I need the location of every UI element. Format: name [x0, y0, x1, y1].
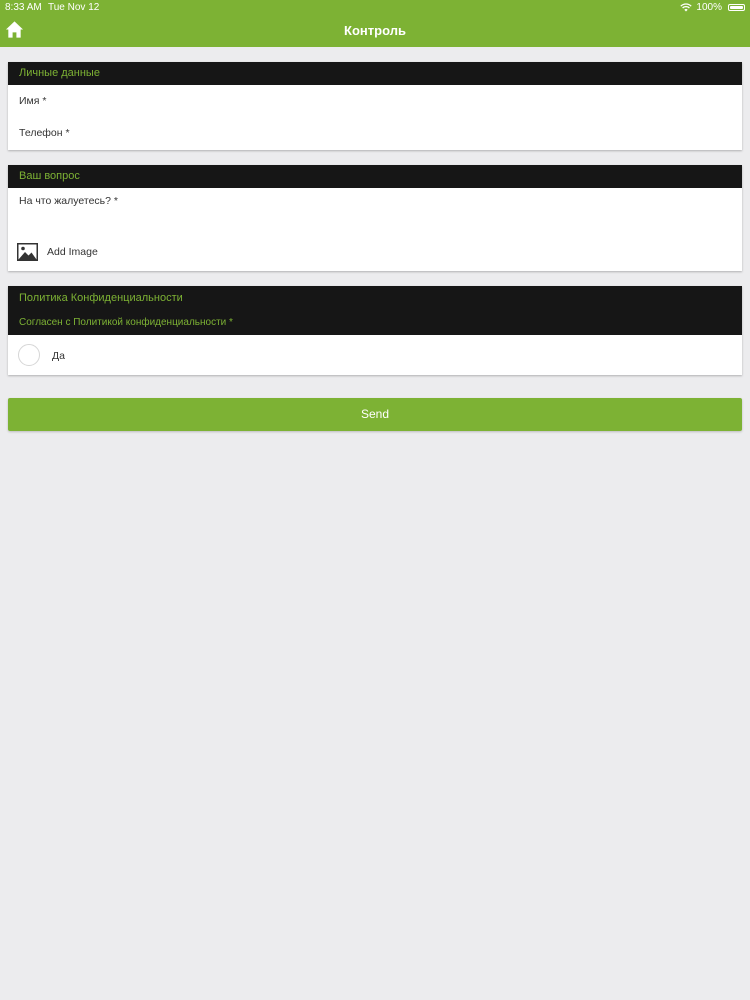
status-time: 8:33 AM: [5, 2, 42, 13]
policy-consent-label: Согласен с Политикой конфиденциальности …: [19, 317, 233, 328]
consent-radio[interactable]: [18, 344, 40, 366]
top-bar: 8:33 AM Tue Nov 12 100% Контроль: [0, 0, 750, 47]
consent-option-label[interactable]: Да: [52, 350, 65, 362]
battery-icon: [728, 4, 745, 11]
section-header-policy: Политика Конфиденциальности Согласен с П…: [8, 286, 742, 335]
status-bar: 8:33 AM Tue Nov 12 100%: [0, 0, 750, 15]
policy-title: Политика Конфиденциальности: [19, 292, 183, 304]
add-image-button[interactable]: Add Image: [17, 243, 98, 261]
personal-data-section: Личные данные Имя * Телефон *: [8, 62, 742, 150]
name-field[interactable]: Имя *: [19, 95, 46, 107]
image-icon: [17, 243, 38, 261]
send-button[interactable]: Send: [8, 398, 742, 431]
section-header-personal: Личные данные: [8, 62, 742, 85]
add-image-label: Add Image: [47, 246, 98, 258]
status-indicators: 100%: [680, 2, 745, 13]
phone-field[interactable]: Телефон *: [19, 127, 70, 139]
question-section: Ваш вопрос На что жалуетесь? * Add Image: [8, 165, 742, 271]
wifi-icon: [680, 3, 693, 12]
privacy-policy-section: Политика Конфиденциальности Согласен с П…: [8, 286, 742, 375]
status-date: Tue Nov 12: [48, 2, 100, 13]
battery-percentage: 100%: [696, 2, 722, 13]
page-title: Контроль: [344, 23, 406, 38]
section-header-question: Ваш вопрос: [8, 165, 742, 188]
complaint-field[interactable]: На что жалуетесь? *: [19, 195, 118, 207]
